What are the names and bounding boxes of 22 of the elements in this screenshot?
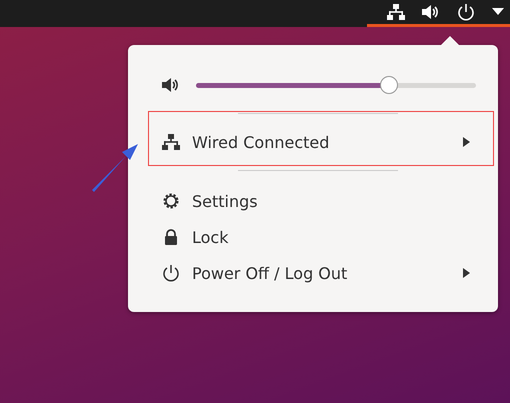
power-icon: [162, 264, 180, 282]
menu-item-label: Wired Connected: [192, 132, 330, 152]
speaker-icon: [162, 77, 180, 93]
lock-icon: [162, 228, 180, 246]
slider-handle[interactable]: [380, 76, 398, 94]
menu-item-label: Power Off / Log Out: [192, 264, 348, 282]
network-menu-item[interactable]: Wired Connected: [128, 126, 498, 158]
caret-icon: [492, 8, 504, 16]
annotation-arrow: [90, 142, 140, 192]
submenu-arrow-icon: [463, 268, 470, 278]
menu-item[interactable]: Power Off / Log Out: [128, 255, 498, 291]
speaker-icon: [422, 4, 440, 20]
submenu-arrow-icon: [463, 137, 470, 147]
menu-item-label: Settings: [192, 192, 259, 210]
volume-slider[interactable]: [196, 76, 476, 94]
menu-item[interactable]: Lock: [128, 219, 498, 255]
menu-item[interactable]: Settings: [128, 183, 498, 219]
menu-item-label: Lock: [192, 228, 230, 246]
network-icon: [387, 4, 405, 20]
power-icon: [457, 3, 475, 21]
gear-icon: [162, 192, 180, 210]
network-icon: [162, 134, 180, 150]
